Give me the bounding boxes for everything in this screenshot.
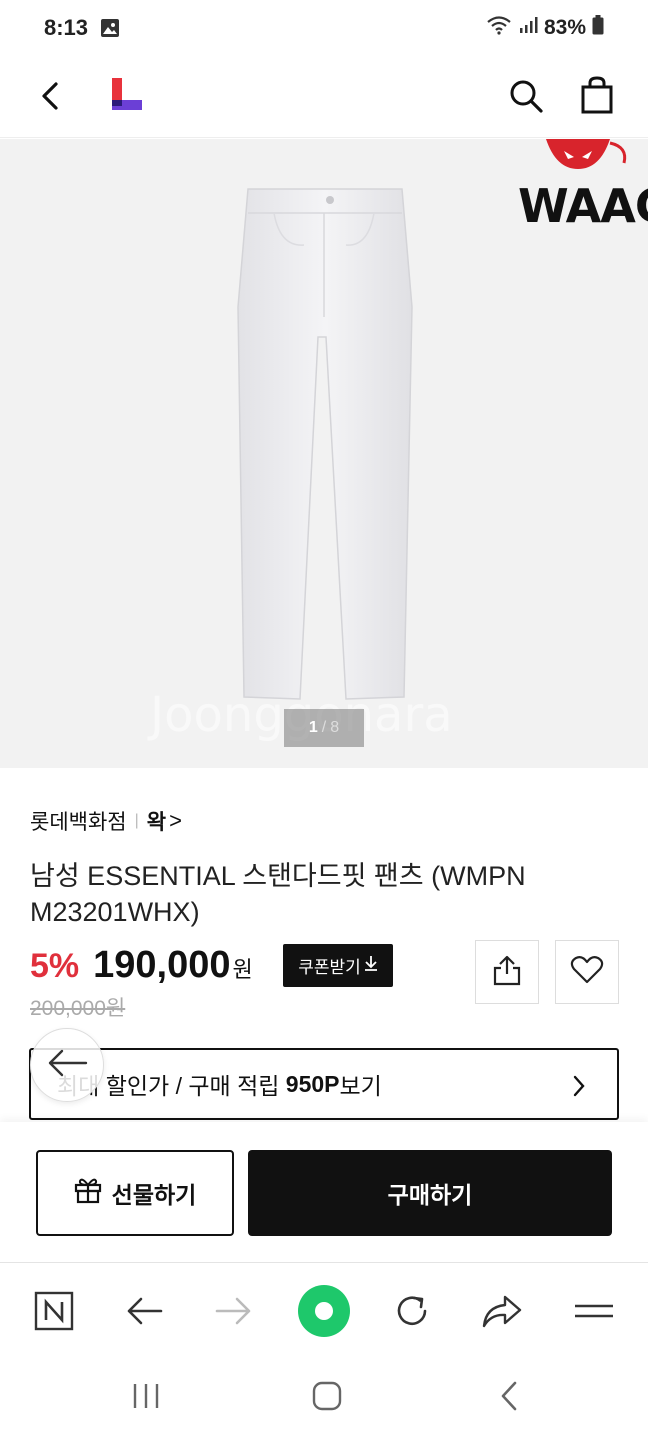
browser-back-icon[interactable] xyxy=(122,1283,166,1339)
sale-price: 190,000 xyxy=(93,944,231,986)
share-icon xyxy=(492,954,522,991)
shopping-bag-icon[interactable] xyxy=(580,76,614,119)
buy-button[interactable]: 구매하기 xyxy=(248,1150,612,1236)
coupon-label: 쿠폰받기 xyxy=(298,958,361,977)
menu-icon[interactable] xyxy=(572,1283,616,1339)
brand-chevron-icon[interactable]: > xyxy=(169,808,182,834)
brand-link[interactable]: 왁 xyxy=(147,806,166,836)
app-header xyxy=(0,56,648,138)
benefit-suffix: 보기 xyxy=(339,1073,382,1099)
image-pager: 1 / 8 xyxy=(284,709,364,747)
benefit-points: 950P xyxy=(285,1070,340,1097)
back-icon[interactable] xyxy=(36,78,64,119)
home-icon[interactable] xyxy=(311,1380,343,1417)
battery-percent: 83% xyxy=(543,15,586,39)
signal-icon xyxy=(518,15,538,40)
product-pants-image xyxy=(237,188,413,700)
lotte-on-logo[interactable] xyxy=(112,78,144,114)
price-row: 5% 190,000 원 xyxy=(30,944,253,987)
naver-green-dot-icon[interactable] xyxy=(296,1283,352,1339)
share-button[interactable] xyxy=(475,940,539,1004)
browser-forward-icon[interactable] xyxy=(212,1283,256,1339)
benefit-info-button[interactable]: 최대 할인가 / 구매 적립 950P 보기 xyxy=(29,1048,619,1120)
gift-label: 선물하기 xyxy=(111,1182,197,1208)
wifi-icon xyxy=(486,15,512,40)
discount-rate: 5% xyxy=(30,947,80,985)
divider: | xyxy=(134,812,139,829)
gift-icon xyxy=(74,1176,102,1210)
pager-current: 1 xyxy=(308,719,318,736)
share-arrow-icon[interactable] xyxy=(480,1283,524,1339)
buy-label: 구매하기 xyxy=(387,1182,473,1208)
product-title: 남성 ESSENTIAL 스탠다드핏 팬츠 (WMPN M23201WHX) xyxy=(30,861,526,927)
currency-unit: 원 xyxy=(232,957,253,982)
floating-back-button[interactable] xyxy=(30,1028,104,1102)
status-time: 8:13 xyxy=(44,15,89,40)
system-navigation-bar xyxy=(0,1356,648,1440)
pager-separator: / xyxy=(321,719,327,736)
pager-total: 8 xyxy=(330,719,340,736)
arrow-left-icon xyxy=(46,1048,88,1083)
recent-apps-icon[interactable] xyxy=(130,1380,162,1417)
product-image-carousel[interactable]: WAAC Joonggonara 1 / 8 xyxy=(0,139,648,768)
coupon-button[interactable]: 쿠폰받기 xyxy=(283,944,393,987)
gallery-notification-icon xyxy=(100,18,120,43)
purchase-action-bar: 선물하기 구매하기 xyxy=(0,1122,648,1262)
naver-n-icon[interactable] xyxy=(32,1283,76,1339)
status-bar: 8:13 83% xyxy=(0,0,648,56)
heart-icon xyxy=(570,955,604,990)
system-back-icon[interactable] xyxy=(494,1380,526,1417)
original-price: 200,000원 xyxy=(30,997,126,1020)
waac-brand-text: WAAC xyxy=(518,179,648,233)
browser-toolbar xyxy=(0,1262,648,1356)
search-icon[interactable] xyxy=(508,78,544,119)
wishlist-button[interactable] xyxy=(555,940,619,1004)
battery-icon xyxy=(592,15,604,40)
download-icon xyxy=(364,955,378,976)
chevron-right-icon xyxy=(571,1074,587,1104)
store-name[interactable]: 롯데백화점 xyxy=(30,806,127,836)
store-brand-row: 롯데백화점 | 왁 > xyxy=(30,806,182,836)
gift-button[interactable]: 선물하기 xyxy=(36,1150,234,1236)
refresh-icon[interactable] xyxy=(390,1283,434,1339)
